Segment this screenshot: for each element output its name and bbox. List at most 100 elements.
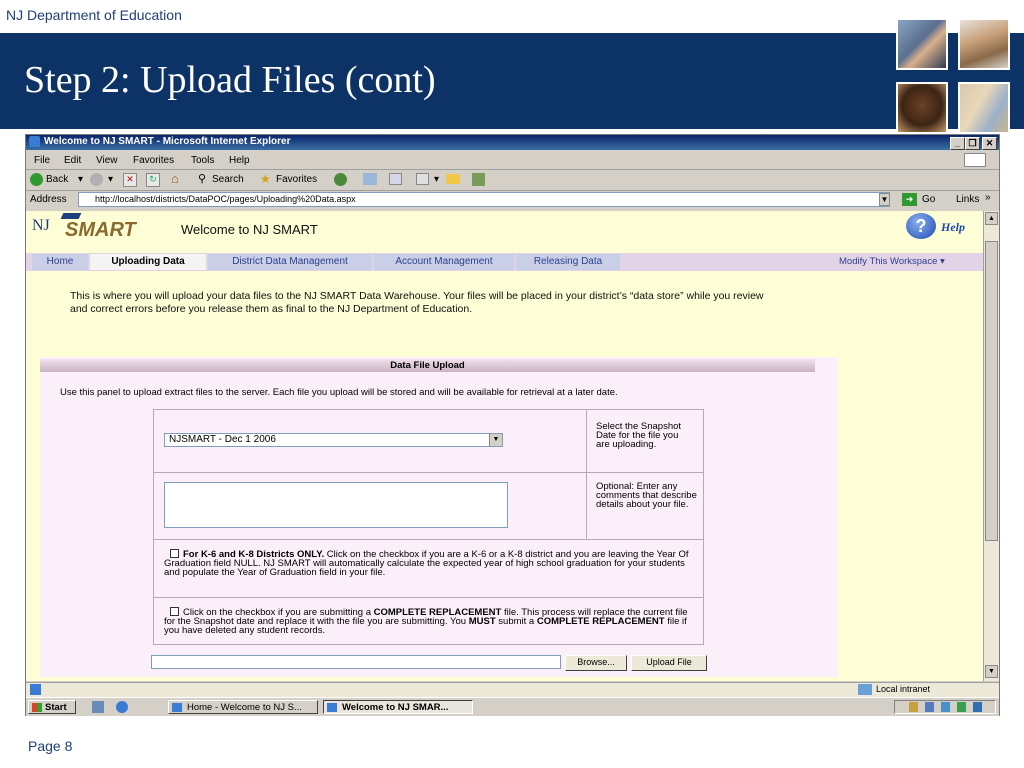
home-icon[interactable]: ⌂ — [171, 171, 179, 186]
tab-releasing-data[interactable]: Releasing Data — [516, 254, 620, 270]
snapshot-date-value: NJSMART - Dec 1 2006 — [169, 434, 276, 445]
favorites-star-icon[interactable]: ★ — [260, 172, 271, 186]
system-tray — [894, 700, 996, 714]
address-dropdown-icon[interactable]: ▼ — [879, 193, 890, 206]
scroll-thumb[interactable] — [985, 241, 998, 541]
links-chevron-icon[interactable]: » — [985, 192, 991, 203]
stop-icon[interactable]: ✕ — [123, 173, 137, 187]
minimize-button[interactable]: _ — [950, 137, 965, 150]
ie-icon — [29, 136, 40, 147]
address-bar: Address http://localhost/districts/DataP… — [26, 191, 999, 210]
go-button[interactable]: Go — [922, 194, 935, 205]
menu-edit[interactable]: Edit — [64, 155, 81, 166]
windows-flag-icon — [964, 153, 986, 167]
back-dropdown-icon[interactable]: ▾ — [78, 174, 83, 185]
task2-label: Welcome to NJ SMAR... — [342, 702, 449, 713]
print-icon[interactable] — [416, 173, 429, 185]
divider — [586, 410, 587, 539]
taskbar-item-welcome[interactable]: Welcome to NJ SMAR... — [323, 700, 473, 714]
replacement-instructions: Click on the checkbox if you are submitt… — [164, 608, 696, 636]
divider — [154, 597, 703, 598]
scroll-up-arrow-icon[interactable]: ▲ — [985, 212, 998, 225]
desktop-icon[interactable] — [92, 701, 104, 713]
windows-logo-icon — [32, 703, 42, 712]
divider — [154, 472, 703, 473]
mail-icon[interactable] — [389, 173, 402, 185]
file-path-input[interactable] — [151, 655, 561, 669]
search-button[interactable]: Search — [212, 174, 244, 185]
help-icon[interactable]: ? — [906, 213, 936, 239]
tray-icon-monitor[interactable] — [973, 702, 982, 712]
panel-header: Data File Upload — [40, 359, 815, 372]
window-titlebar: Welcome to NJ SMART - Microsoft Internet… — [26, 135, 999, 150]
comments-textarea[interactable] — [164, 482, 508, 528]
security-zone: Local intranet — [876, 684, 931, 694]
replace-bold-2: MUST — [468, 616, 496, 627]
department-name: NJ Department of Education — [6, 7, 182, 23]
messenger-icon[interactable] — [472, 173, 485, 186]
chevron-down-icon: ▾ — [940, 256, 945, 267]
upload-file-button[interactable]: Upload File — [631, 655, 707, 671]
menu-help[interactable]: Help — [229, 155, 250, 166]
address-input[interactable]: http://localhost/districts/DataPOC/pages… — [78, 192, 890, 207]
photo-smiling-man — [896, 82, 948, 134]
forward-icon[interactable] — [90, 173, 103, 186]
ie-quicklaunch-icon[interactable] — [116, 701, 128, 713]
back-button[interactable]: Back — [46, 174, 68, 185]
browse-button[interactable]: Browse... — [565, 655, 627, 671]
page-number: Page 8 — [28, 738, 73, 754]
logo-smart: SMART — [65, 219, 136, 241]
taskbar-item-home[interactable]: Home - Welcome to NJ S... — [168, 700, 318, 714]
media-icon[interactable] — [334, 173, 347, 186]
tab-account-management[interactable]: Account Management — [374, 254, 514, 270]
ie-icon — [327, 703, 337, 712]
panel-description: Use this panel to upload extract files t… — [60, 387, 618, 398]
menu-tools[interactable]: Tools — [191, 155, 214, 166]
photo-teacher-student — [958, 82, 1010, 134]
menu-favorites[interactable]: Favorites — [133, 155, 174, 166]
divider — [154, 539, 703, 540]
tray-icon-network[interactable] — [941, 702, 950, 712]
tray-icon-antivirus[interactable] — [957, 702, 966, 712]
menu-bar: File Edit View Favorites Tools Help — [26, 152, 999, 170]
refresh-icon[interactable]: ↻ — [146, 173, 160, 187]
go-arrow-icon[interactable]: ➜ — [902, 193, 917, 206]
history-icon[interactable] — [363, 173, 377, 185]
tray-icon-speaker[interactable] — [925, 702, 934, 712]
tab-home[interactable]: Home — [32, 254, 88, 270]
status-bar: Local intranet — [26, 682, 999, 697]
help-link[interactable]: Help — [941, 220, 965, 235]
close-button[interactable]: ✕ — [982, 137, 997, 150]
modify-workspace-link[interactable]: Modify This Workspace ▾ — [839, 256, 945, 267]
tray-icon-pen[interactable] — [909, 702, 918, 712]
menu-view[interactable]: View — [96, 155, 118, 166]
scroll-down-arrow-icon[interactable]: ▼ — [985, 665, 998, 678]
start-button[interactable]: Start — [28, 700, 76, 714]
tab-uploading-data[interactable]: Uploading Data — [90, 254, 206, 270]
folder-icon[interactable] — [446, 174, 460, 184]
forward-dropdown-icon[interactable]: ▾ — [108, 174, 113, 185]
slide-title: Step 2: Upload Files (cont) — [24, 59, 436, 101]
menu-file[interactable]: File — [34, 155, 50, 166]
restore-button[interactable]: ❐ — [965, 137, 980, 150]
snapshot-date-select[interactable]: NJSMART - Dec 1 2006 ▼ — [164, 433, 503, 447]
dropdown-arrow-icon[interactable]: ▼ — [489, 434, 502, 446]
nav-tabs: Home Uploading Data District Data Manage… — [26, 253, 983, 271]
back-icon[interactable] — [30, 173, 43, 186]
start-label: Start — [45, 702, 67, 713]
photo-two-men — [896, 18, 948, 70]
search-icon[interactable]: ⚲ — [198, 172, 206, 185]
tab-district-data-management[interactable]: District Data Management — [208, 254, 372, 270]
links-button[interactable]: Links — [956, 194, 979, 205]
favorites-button[interactable]: Favorites — [276, 174, 317, 185]
upload-form: NJSMART - Dec 1 2006 ▼ Select the Snapsh… — [153, 409, 704, 645]
comments-help-text: Optional: Enter any comments that descri… — [596, 481, 697, 510]
vertical-scrollbar[interactable]: ▲ ▼ — [983, 211, 999, 681]
photo-woman — [958, 18, 1010, 70]
browser-window: Welcome to NJ SMART - Microsoft Internet… — [25, 134, 1000, 716]
print-dropdown-icon[interactable]: ▾ — [434, 174, 439, 185]
k8-instructions: For K-6 and K-8 Districts ONLY. Click on… — [164, 550, 696, 578]
intranet-icon — [858, 684, 872, 695]
page-viewport: NJ SMART Welcome to NJ SMART ? Help Home… — [26, 211, 983, 681]
taskbar: Start Home - Welcome to NJ S... Welcome … — [26, 697, 999, 716]
